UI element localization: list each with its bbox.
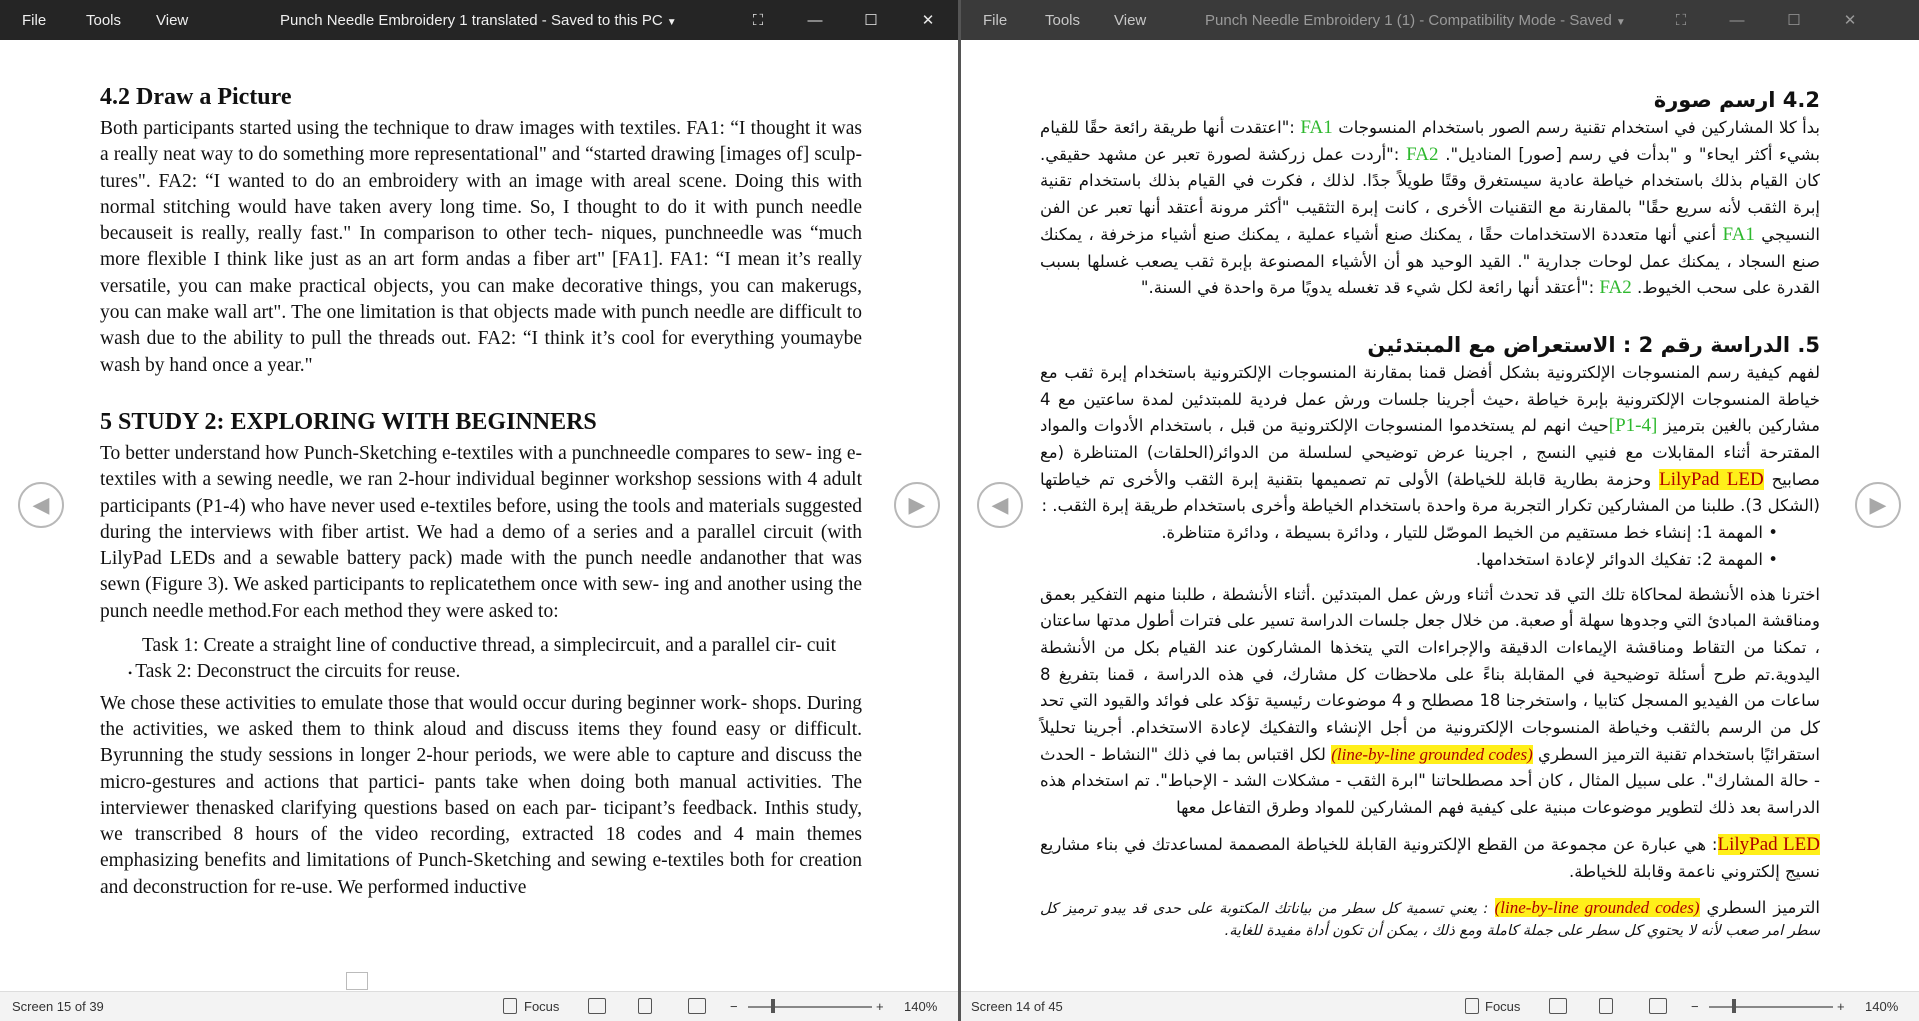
task-item: Task 1: Create a straight line of conduc… bbox=[142, 635, 837, 657]
task-1-text: المهمة 1: إنشاء خط مستقيم من الخيط الموص… bbox=[1161, 523, 1764, 543]
next-page-icon[interactable]: ▶ bbox=[894, 482, 940, 528]
right-document-body: 4.2 ارسم صورة بدأ كلا المشاركين في استخد… bbox=[1040, 40, 1820, 942]
menu-view[interactable]: View bbox=[156, 12, 188, 29]
task-item: • المهمة 2: تفكيك الدوائر لإعادة استخدام… bbox=[1040, 547, 1778, 574]
code-fa1: FA1 bbox=[1722, 223, 1755, 245]
section-heading-5: 5 STUDY 2: EXPLORING WITH BEGINNERS bbox=[100, 408, 597, 435]
left-document-window: File Tools View Punch Needle Embroidery … bbox=[0, 0, 958, 1021]
task-2-text: المهمة 2: تفكيك الدوائر لإعادة استخدامها… bbox=[1475, 549, 1764, 569]
code-fa1: FA1 bbox=[1300, 117, 1333, 138]
left-status-bar: Screen 15 of 39 Focus − + 140% bbox=[0, 991, 958, 1021]
text-run: بدأ كلا المشاركين في استخدام تقنية رسم ا… bbox=[1332, 118, 1820, 137]
code-fa2: FA2 bbox=[1599, 277, 1632, 299]
task-item: • المهمة 1: إنشاء خط مستقيم من الخيط الم… bbox=[1040, 520, 1778, 547]
left-title-bar: File Tools View Punch Needle Embroidery … bbox=[0, 0, 958, 40]
print-layout-icon[interactable] bbox=[638, 998, 652, 1014]
highlight-lilypad: LilyPad LED bbox=[1659, 468, 1764, 490]
text-run: الترميز السطري bbox=[1699, 898, 1820, 918]
code-p1-4: [P1-4] bbox=[1608, 415, 1658, 437]
paragraph: Both participants started using the tech… bbox=[100, 118, 862, 376]
focus-icon[interactable] bbox=[503, 998, 517, 1014]
page-counter: Screen 15 of 39 bbox=[12, 999, 104, 1014]
task-2-text: Task 2: Deconstruct the circuits for reu… bbox=[135, 661, 461, 683]
text-run: اخترنا هذه الأنشطة لمحاكاة تلك التي قد ت… bbox=[1040, 584, 1821, 764]
focus-button[interactable]: Focus bbox=[524, 999, 559, 1014]
section-heading-5: 5. الدراسة رقم 2 : الاستعراض مع المبتدئي… bbox=[1367, 332, 1820, 357]
section-heading-4-2: 4.2 ارسم صورة bbox=[1653, 88, 1820, 112]
zoom-slider[interactable] bbox=[748, 1006, 872, 1008]
chevron-down-icon: ▼ bbox=[1615, 16, 1626, 28]
prev-page-icon[interactable]: ◀ bbox=[18, 482, 64, 528]
restore-icon[interactable]: ☐ bbox=[848, 0, 894, 40]
code-fa2: FA2 bbox=[1406, 143, 1439, 165]
task-item: • Task 2: Deconstruct the circuits for r… bbox=[128, 659, 862, 686]
next-page-icon[interactable]: ▶ bbox=[1855, 482, 1901, 528]
zoom-in-icon[interactable]: + bbox=[876, 999, 884, 1014]
paragraph: لفهم كيفية رسم المنسوجات الإلكترونية بشك… bbox=[1040, 360, 1820, 520]
focus-icon[interactable] bbox=[1465, 998, 1479, 1014]
highlight-codes: (line-by-line grounded codes) bbox=[1494, 898, 1700, 918]
footnote: الترميز السطري (line-by-line grounded co… bbox=[1040, 897, 1820, 942]
read-mode-icon[interactable] bbox=[1549, 998, 1567, 1014]
menu-view[interactable]: View bbox=[1114, 12, 1146, 29]
bullet-icon: • bbox=[1763, 549, 1778, 569]
paragraph: To better understand how Punch-Sketching… bbox=[100, 442, 862, 622]
close-icon[interactable]: ✕ bbox=[1827, 0, 1873, 40]
web-layout-icon[interactable] bbox=[688, 998, 706, 1014]
minimize-icon[interactable]: — bbox=[792, 0, 838, 40]
zoom-slider[interactable] bbox=[1709, 1006, 1833, 1008]
zoom-out-icon[interactable]: − bbox=[730, 999, 738, 1014]
left-document-body: 4.2 Draw a Picture Both participants sta… bbox=[100, 40, 862, 901]
section-heading-4-2: 4.2 Draw a Picture bbox=[100, 84, 292, 110]
menu-file[interactable]: File bbox=[983, 12, 1007, 29]
zoom-level[interactable]: 140% bbox=[904, 999, 937, 1014]
fullscreen-icon[interactable]: ⛶ bbox=[735, 0, 781, 40]
highlight-codes: (line-by-line grounded codes) bbox=[1331, 744, 1533, 764]
read-mode-icon[interactable] bbox=[588, 998, 606, 1014]
bullet-icon: • bbox=[1763, 523, 1778, 543]
page-counter: Screen 14 of 45 bbox=[971, 999, 1063, 1014]
zoom-thumb[interactable] bbox=[771, 999, 775, 1013]
document-title-text: Punch Needle Embroidery 1 translated - S… bbox=[280, 11, 663, 29]
zoom-thumb[interactable] bbox=[1732, 999, 1736, 1013]
text-run: :"أعتقد أنها رائعة لكل شيء قد تغسله يدوي… bbox=[1140, 278, 1600, 298]
text-run: : هي عبارة عن مجموعة من القطع الإلكتروني… bbox=[1040, 834, 1820, 881]
prev-page-icon[interactable]: ◀ bbox=[977, 482, 1023, 528]
minimize-icon[interactable]: — bbox=[1714, 0, 1760, 40]
paragraph: اخترنا هذه الأنشطة لمحاكاة تلك التي قد ت… bbox=[1040, 582, 1820, 822]
zoom-out-icon[interactable]: − bbox=[1691, 999, 1699, 1014]
text-cursor-box bbox=[346, 972, 368, 990]
document-title[interactable]: Punch Needle Embroidery 1 (1) - Compatib… bbox=[1205, 12, 1626, 29]
footnote: LilyPad LED: هي عبارة عن مجموعة من القطع… bbox=[1040, 832, 1820, 885]
print-layout-icon[interactable] bbox=[1599, 998, 1613, 1014]
menu-tools[interactable]: Tools bbox=[1045, 12, 1080, 29]
restore-icon[interactable]: ☐ bbox=[1771, 0, 1817, 40]
zoom-in-icon[interactable]: + bbox=[1837, 999, 1845, 1014]
paragraph: We chose these activities to emulate tho… bbox=[100, 692, 862, 898]
paragraph: بدأ كلا المشاركين في استخدام تقنية رسم ا… bbox=[1040, 115, 1820, 302]
highlight-lilypad: LilyPad LED bbox=[1717, 833, 1820, 855]
document-title[interactable]: Punch Needle Embroidery 1 translated - S… bbox=[280, 12, 677, 29]
web-layout-icon[interactable] bbox=[1649, 998, 1667, 1014]
document-title-text: Punch Needle Embroidery 1 (1) - Compatib… bbox=[1205, 11, 1612, 29]
menu-tools[interactable]: Tools bbox=[86, 12, 121, 29]
close-icon[interactable]: ✕ bbox=[905, 0, 951, 40]
menu-file[interactable]: File bbox=[22, 12, 46, 29]
focus-button[interactable]: Focus bbox=[1485, 999, 1520, 1014]
fullscreen-icon[interactable]: ⛶ bbox=[1658, 0, 1704, 40]
chevron-down-icon: ▼ bbox=[666, 16, 677, 28]
right-title-bar: File Tools View Punch Needle Embroidery … bbox=[961, 0, 1919, 40]
zoom-level[interactable]: 140% bbox=[1865, 999, 1898, 1014]
right-status-bar: Screen 14 of 45 Focus − + 140% bbox=[961, 991, 1919, 1021]
